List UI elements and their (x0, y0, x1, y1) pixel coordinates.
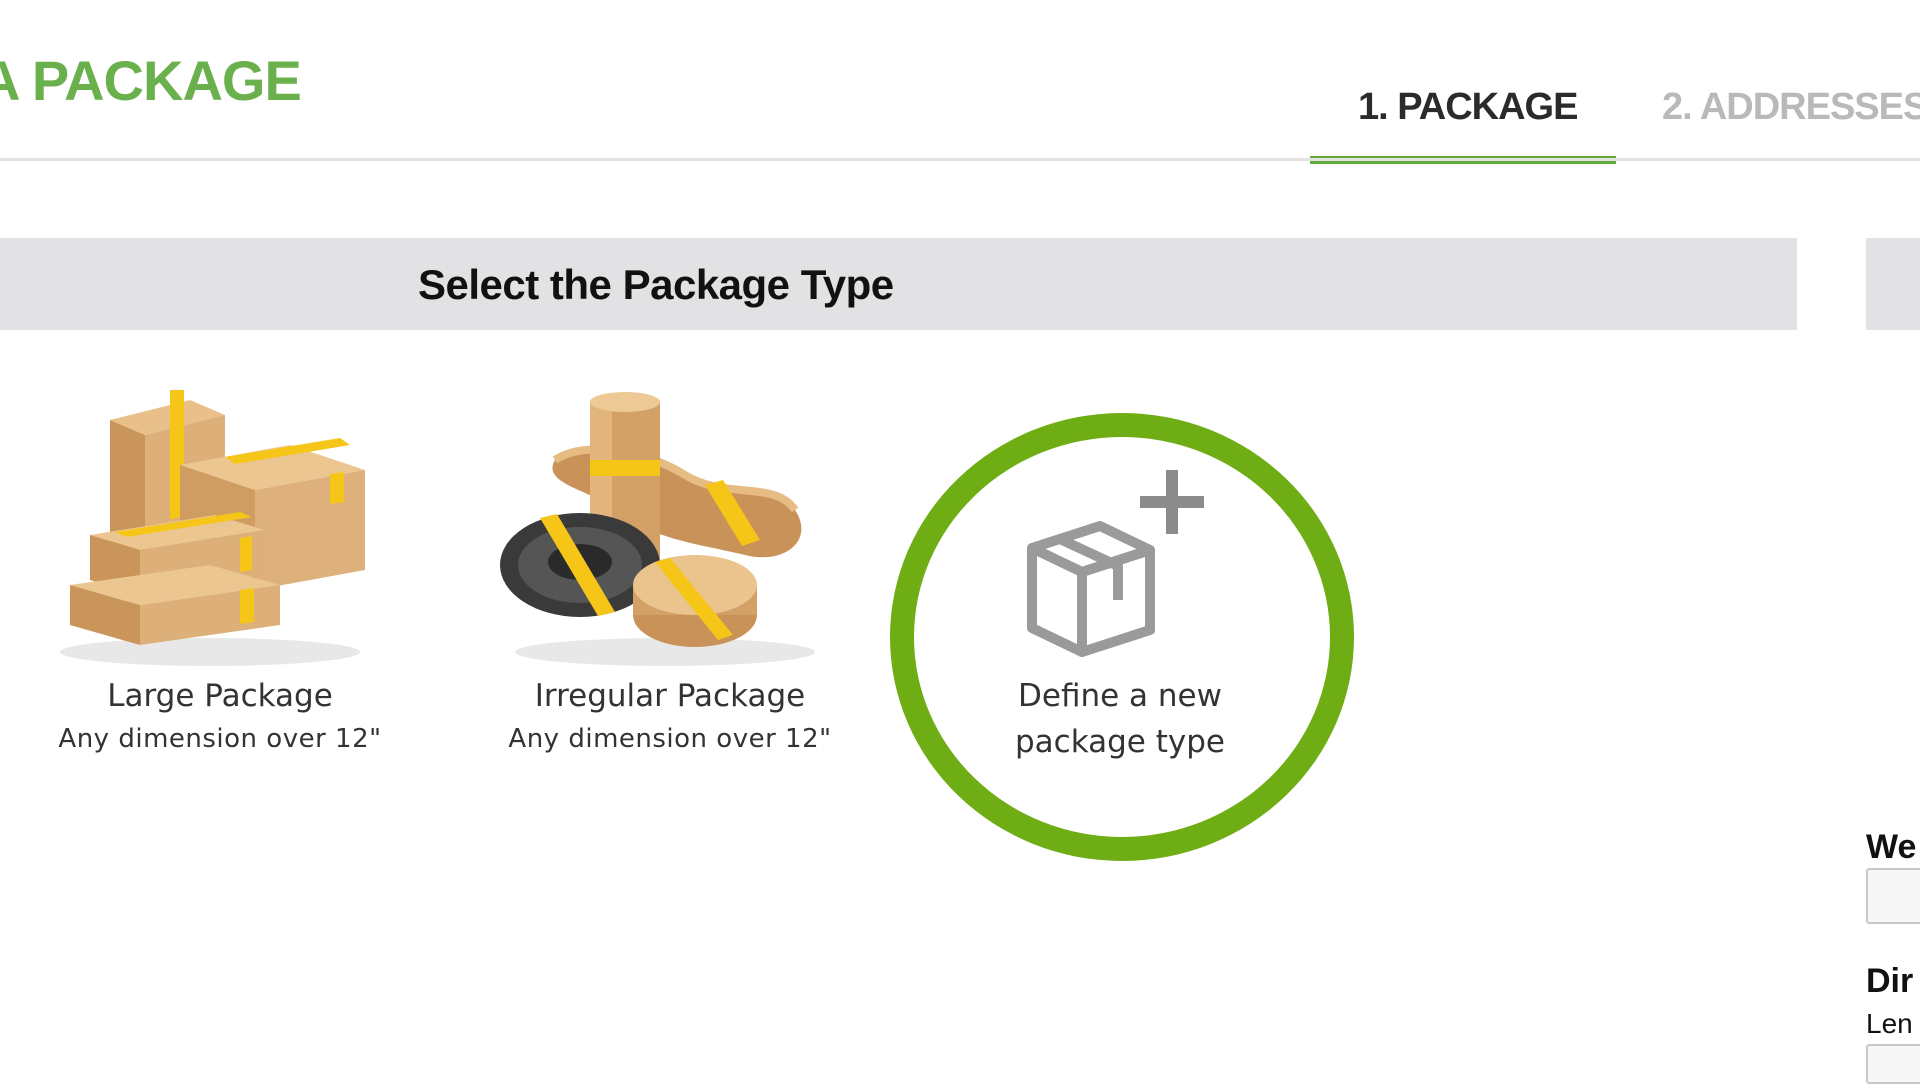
tab-package[interactable]: 1. PACKAGE (1358, 86, 1578, 129)
length-label: Len (1866, 1008, 1913, 1039)
length-input[interactable] (1866, 1044, 1920, 1084)
package-option-label-line2: package type (1015, 724, 1225, 760)
section-title: Select the Package Type (418, 261, 894, 308)
package-option-label: Irregular Package (534, 678, 806, 714)
large-package-icon (60, 390, 365, 666)
page-title: A PACKAGE (0, 49, 302, 112)
package-option-description: Any dimension over 12" (508, 724, 832, 754)
header-divider (0, 158, 1920, 161)
side-panel-header-bar (1866, 238, 1920, 330)
irregular-package-icon (500, 392, 815, 666)
package-option-label: Large Package (107, 678, 333, 714)
package-option-define-new[interactable]: Define a new package type (920, 440, 1320, 780)
weight-label: We (1866, 828, 1917, 866)
dimensions-label: Dir (1866, 962, 1914, 1000)
package-option-description: Any dimension over 12" (58, 724, 382, 754)
package-option-irregular[interactable]: Irregular Package Any dimension over 12" (470, 390, 870, 770)
section-header-bar (0, 238, 1797, 330)
package-option-label-line1: Define a new (1018, 678, 1222, 714)
package-option-large[interactable]: Large Package Any dimension over 12" (20, 390, 420, 770)
add-package-icon (1027, 470, 1204, 657)
tab-addresses[interactable]: 2. ADDRESSES (1662, 86, 1920, 129)
weight-input[interactable] (1866, 868, 1920, 924)
